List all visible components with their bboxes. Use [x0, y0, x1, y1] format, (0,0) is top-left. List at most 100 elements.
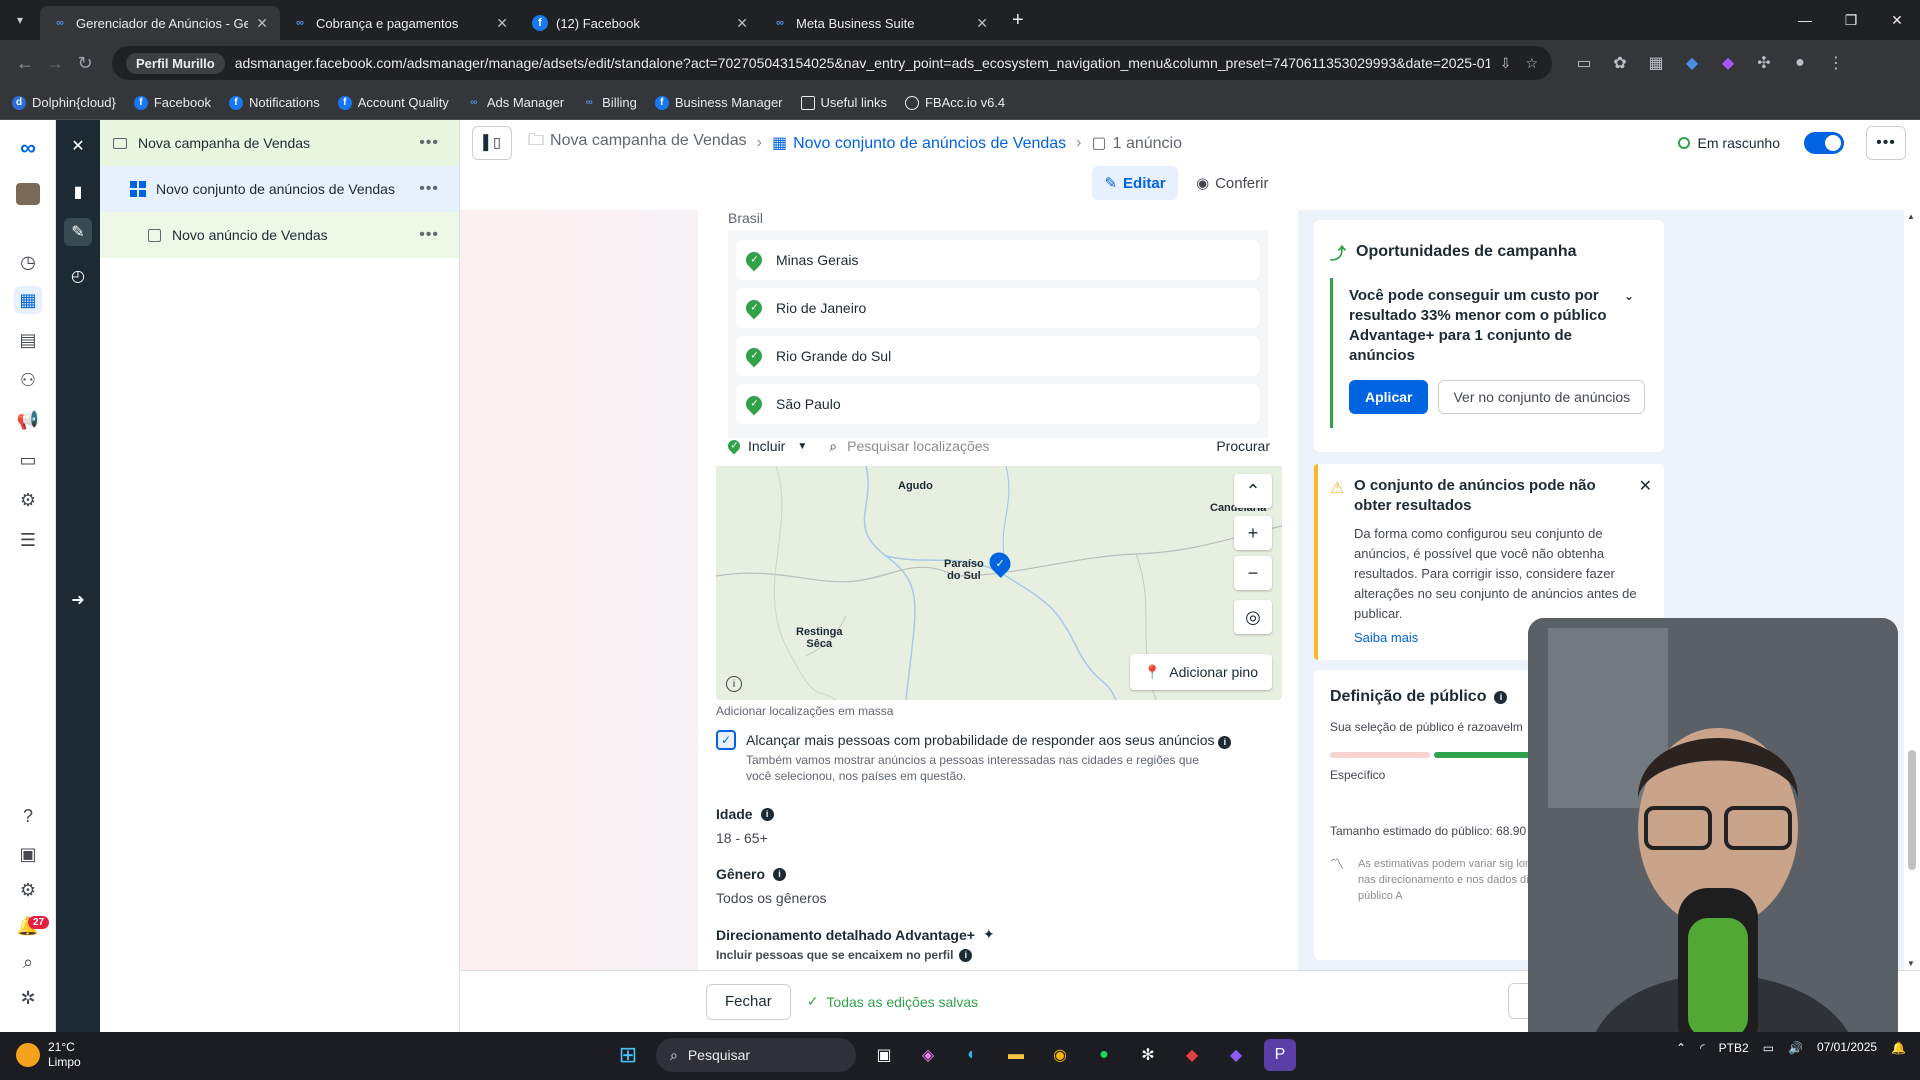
chrome-icon[interactable]: ◉ — [1044, 1039, 1076, 1071]
review-mode-button[interactable]: ◉ Conferir — [1196, 166, 1268, 200]
crumb-campaign[interactable]: 🗀 Nova campanha de Vendas — [528, 129, 747, 156]
url-text[interactable]: adsmanager.facebook.com/adsmanager/manag… — [235, 55, 1490, 71]
collapse-map-button[interactable]: ⌃ — [1234, 474, 1272, 508]
include-dropdown[interactable]: Incluir ▼ — [725, 437, 807, 455]
location-item[interactable]: Minas Gerais — [736, 240, 1260, 280]
close-icon[interactable]: ✕ — [736, 15, 748, 32]
app-icon[interactable]: ◆ — [1176, 1039, 1208, 1071]
notification-bell-icon[interactable]: 🔔 — [1891, 1041, 1906, 1055]
back-icon[interactable]: ← — [10, 53, 40, 74]
more-options-icon[interactable]: ••• — [419, 180, 439, 198]
info-icon[interactable]: i — [773, 867, 787, 881]
new-tab-button[interactable]: + — [1012, 9, 1024, 32]
profile-chip[interactable]: Perfil Murillo — [126, 52, 225, 74]
edit-mode-button[interactable]: ✎ Editar — [1092, 166, 1178, 200]
location-map[interactable]: Agudo Candelária Paraíso do Sul Restinga… — [716, 466, 1282, 700]
crumb-adset[interactable]: ▦ Novo conjunto de anúncios de Vendas — [772, 133, 1066, 153]
campaigns-table-icon[interactable]: ▦ — [14, 286, 42, 314]
close-icon[interactable]: ✕ — [1639, 476, 1652, 496]
location-search-input[interactable]: ⌕ Pesquisar localizações — [829, 438, 1216, 455]
scroll-down-icon[interactable]: ▼ — [1907, 959, 1915, 968]
file-explorer-icon[interactable]: ▬ — [1000, 1039, 1032, 1071]
bookmark[interactable]: ∞ Ads Manager — [467, 95, 564, 110]
bookmark[interactable]: f Notifications — [228, 95, 320, 110]
info-icon[interactable]: i — [726, 676, 742, 692]
tab-business-suite[interactable]: ∞ Meta Business Suite ✕ — [760, 6, 1000, 40]
forward-icon[interactable]: → — [40, 53, 70, 74]
gender-value[interactable]: Todos os gêneros — [716, 890, 827, 906]
info-icon[interactable]: i — [760, 807, 774, 821]
spotify-icon[interactable]: ● — [1088, 1039, 1120, 1071]
minimize-icon[interactable]: — — [1782, 0, 1828, 40]
menu-list-icon[interactable]: ☰ — [14, 526, 42, 554]
main-scrollbar[interactable]: ▲ ▼ — [1904, 210, 1920, 970]
page-icon[interactable]: ▣ — [14, 840, 42, 868]
cast-icon[interactable]: ▭ — [1574, 53, 1594, 73]
extension-icon[interactable]: ◆ — [1682, 53, 1702, 73]
network-icon[interactable]: ▭ — [1763, 1041, 1774, 1055]
volume-icon[interactable]: 🔊 — [1788, 1041, 1803, 1055]
bookmark[interactable]: FBAcc.io v6.4 — [904, 95, 1005, 110]
close-button[interactable]: Fechar — [706, 983, 791, 1020]
crumb-ads[interactable]: ▢ 1 anúncio — [1091, 133, 1182, 153]
apply-button[interactable]: Aplicar — [1349, 380, 1429, 414]
megaphone-icon[interactable]: 📢 — [14, 406, 42, 434]
edge-icon[interactable]: ◐ — [956, 1039, 988, 1071]
close-window-icon[interactable]: ✕ — [1874, 0, 1920, 40]
scroll-up-icon[interactable]: ▲ — [1907, 212, 1915, 221]
install-icon[interactable]: ⇩ — [1500, 55, 1512, 72]
tree-item-adset[interactable]: Novo conjunto de anúncios de Vendas ••• — [100, 166, 459, 212]
menu-icon[interactable]: ⋮ — [1826, 53, 1846, 73]
meta-logo-icon[interactable]: ∞ — [14, 134, 42, 162]
url-field[interactable]: Perfil Murillo adsmanager.facebook.com/a… — [112, 46, 1552, 80]
age-value[interactable]: 18 - 65+ — [716, 830, 768, 846]
wifi-icon[interactable]: ◜ — [1700, 1041, 1705, 1055]
help-icon[interactable]: ? — [14, 802, 42, 830]
adset-toggle[interactable] — [1804, 131, 1844, 154]
bookmark[interactable]: d Dolphin{cloud} — [12, 95, 116, 110]
extension-icon[interactable]: ✿ — [1610, 53, 1630, 73]
copilot-icon[interactable]: ◈ — [912, 1039, 944, 1071]
bookmark[interactable]: ∞ Billing — [582, 95, 637, 110]
settings-icon[interactable]: ⚙ — [14, 876, 42, 904]
locate-button[interactable]: ◎ — [1234, 600, 1272, 634]
scroll-thumb[interactable] — [1908, 750, 1916, 870]
add-pin-button[interactable]: 📍 Adicionar pino — [1129, 654, 1272, 690]
location-item[interactable]: São Paulo — [736, 384, 1260, 424]
location-item[interactable]: Rio de Janeiro — [736, 288, 1260, 328]
clock[interactable]: 07/01/2025 — [1817, 1040, 1877, 1055]
chrome-profile-icon[interactable]: P — [1264, 1039, 1296, 1071]
business-icon[interactable]: ⚙ — [14, 486, 42, 514]
tab-facebook[interactable]: f (12) Facebook ✕ — [520, 6, 760, 40]
billing-card-icon[interactable]: ▭ — [14, 446, 42, 474]
extension-icon[interactable]: ◆ — [1718, 53, 1738, 73]
tree-item-campaign[interactable]: Nova campanha de Vendas ••• — [100, 120, 459, 166]
browse-link[interactable]: Procurar — [1216, 438, 1270, 454]
tab-billing[interactable]: ∞ Cobrança e pagamentos ✕ — [280, 6, 520, 40]
search-icon[interactable]: ⌕ — [14, 948, 42, 976]
star-icon[interactable]: ☆ — [1525, 55, 1538, 72]
tray-chevron-icon[interactable]: ⌃ — [1676, 1041, 1686, 1055]
task-view-icon[interactable]: ▣ — [868, 1039, 900, 1071]
audiences-icon[interactable]: ⚇ — [14, 366, 42, 394]
reports-icon[interactable]: ▤ — [14, 326, 42, 354]
expand-arrow-icon[interactable]: ➜ — [64, 586, 92, 614]
tree-item-ad[interactable]: Novo anúncio de Vendas ••• — [100, 212, 459, 258]
puzzle-icon[interactable]: ✣ — [1754, 53, 1774, 73]
bulk-locations-link[interactable]: Adicionar localizações em massa — [716, 704, 893, 718]
location-item[interactable]: Rio Grande do Sul — [736, 336, 1260, 376]
reach-more-checkbox[interactable]: ✓ — [716, 730, 736, 750]
zoom-in-button[interactable]: + — [1234, 516, 1272, 550]
close-icon[interactable]: ✕ — [496, 15, 508, 32]
reload-icon[interactable]: ↻ — [70, 53, 100, 74]
taskbar-search[interactable]: ⌕ Pesquisar — [656, 1038, 856, 1072]
bookmark[interactable]: f Facebook — [133, 95, 211, 110]
tab-ads-manager[interactable]: ∞ Gerenciador de Anúncios - Ger ✕ — [40, 6, 280, 40]
close-icon[interactable]: ✕ — [256, 15, 268, 32]
more-options-icon[interactable]: ••• — [419, 226, 439, 244]
bookmark[interactable]: f Account Quality — [337, 95, 449, 110]
more-actions-button[interactable]: ••• — [1866, 125, 1906, 160]
chart-icon[interactable]: ▮ — [64, 178, 92, 206]
info-icon[interactable]: i — [1494, 690, 1508, 704]
info-icon[interactable]: i — [1218, 735, 1232, 749]
